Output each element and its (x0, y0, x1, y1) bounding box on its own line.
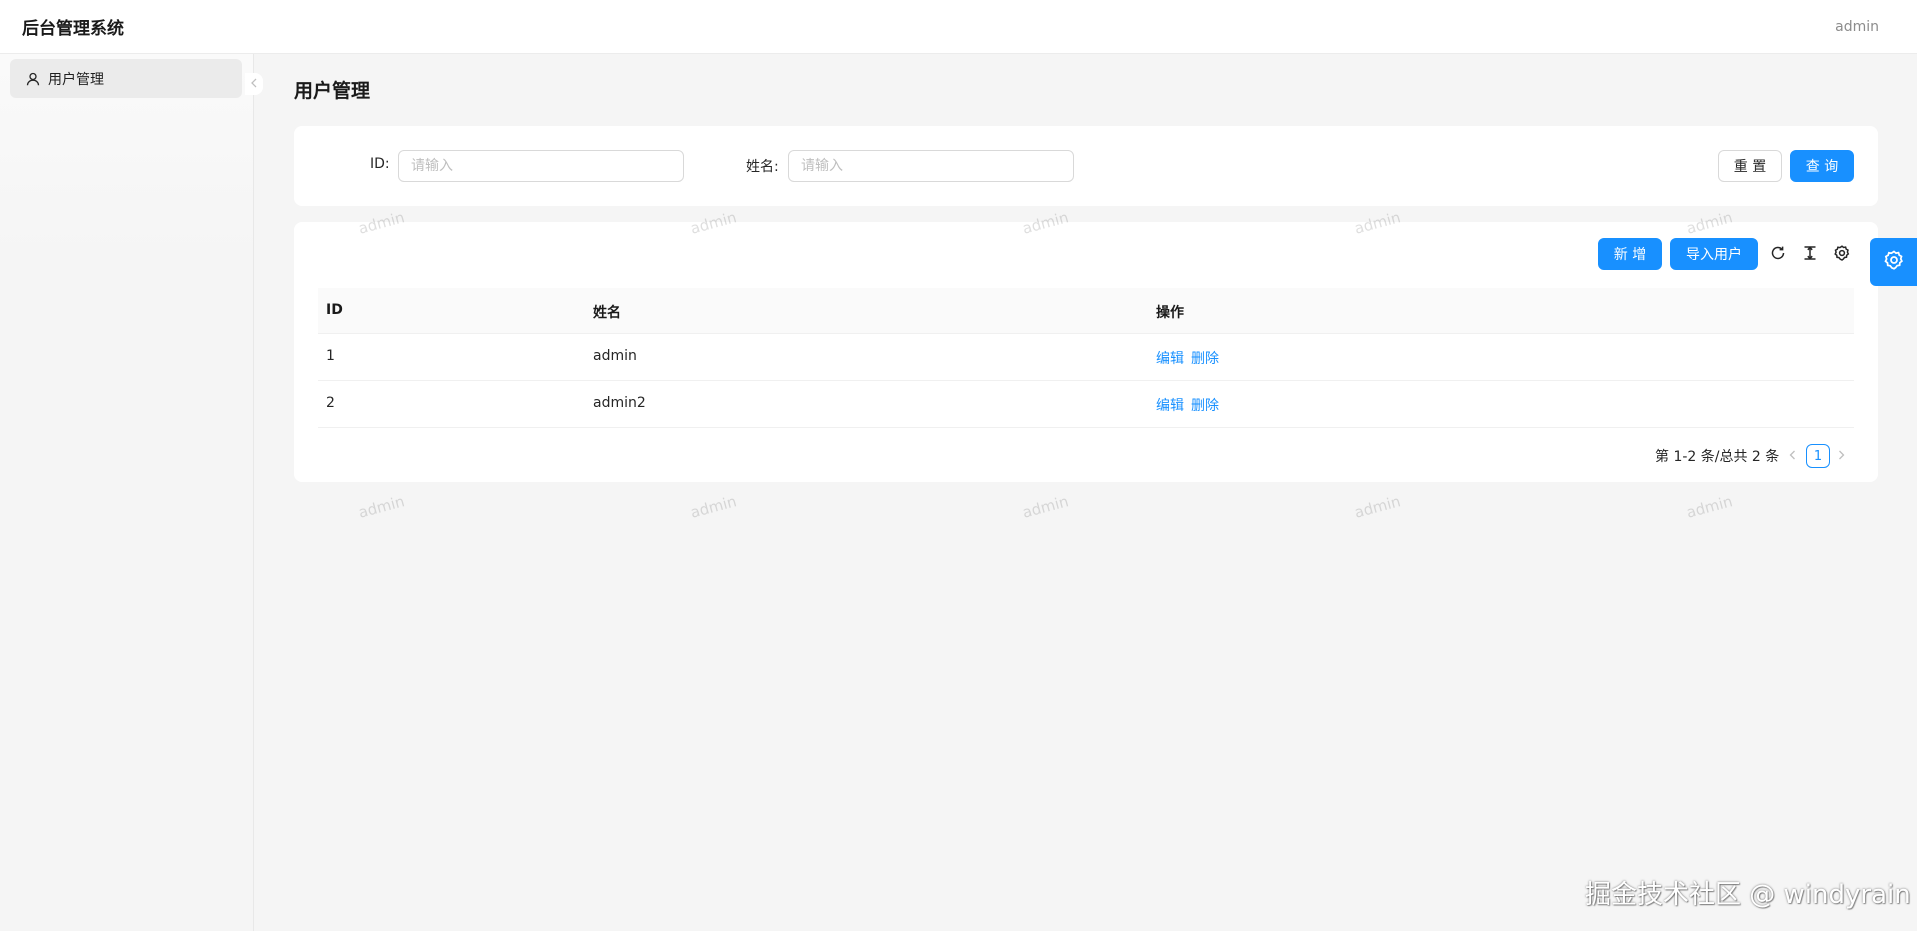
add-button[interactable]: 新 增 (1598, 238, 1662, 270)
name-field-label: 姓名: (746, 159, 779, 175)
page-title: 用户管理 (294, 80, 371, 102)
watermark-text: admin (1684, 492, 1735, 522)
watermark-text: admin (1352, 492, 1403, 522)
site-watermark: 掘金技术社区 @ windyrain (1585, 880, 1911, 910)
pagination-prev-icon[interactable] (1785, 446, 1799, 464)
id-field-label: ID: (370, 156, 390, 172)
sidebar-item-user-management[interactable]: 用户管理 (10, 59, 242, 98)
column-header-id: ID (326, 302, 343, 318)
edit-link[interactable]: 编辑 (1156, 348, 1184, 368)
setting-icon[interactable] (1833, 244, 1851, 262)
pagination-next-icon[interactable] (1834, 446, 1848, 464)
delete-link[interactable]: 删除 (1191, 348, 1219, 368)
table-header: ID 姓名 操作 (318, 288, 1854, 334)
table-row: 1 admin 编辑 删除 (318, 334, 1854, 381)
pagination-page-1[interactable]: 1 (1806, 444, 1830, 468)
chevron-left-icon (250, 76, 258, 92)
reload-icon[interactable] (1769, 244, 1787, 262)
edit-link[interactable]: 编辑 (1156, 395, 1184, 415)
watermark-text: admin (356, 492, 407, 522)
cell-id: 2 (326, 395, 335, 411)
sidebar: 用户管理 (0, 54, 254, 931)
id-search-input[interactable] (398, 150, 684, 182)
top-header: 后台管理系统 admin (0, 0, 1917, 54)
theme-settings-button[interactable] (1870, 238, 1917, 286)
sidebar-collapse-button[interactable] (245, 73, 263, 95)
watermark-text: admin (1020, 492, 1071, 522)
sidebar-item-label: 用户管理 (48, 71, 104, 88)
column-height-icon[interactable] (1801, 244, 1819, 262)
app-title: 后台管理系统 (22, 19, 124, 39)
delete-link[interactable]: 删除 (1191, 395, 1219, 415)
search-form: ID: 姓名: 重 置 查 询 (294, 126, 1878, 206)
cell-name: admin (593, 348, 637, 364)
cell-id: 1 (326, 348, 335, 364)
user-menu[interactable]: admin (1835, 19, 1879, 35)
gear-icon (1883, 250, 1904, 274)
user-icon (26, 72, 40, 86)
reset-button[interactable]: 重 置 (1718, 150, 1782, 182)
query-button[interactable]: 查 询 (1790, 150, 1854, 182)
watermark-text: admin (688, 492, 739, 522)
table-row: 2 admin2 编辑 删除 (318, 381, 1854, 428)
column-header-actions: 操作 (1156, 305, 1184, 321)
import-users-button[interactable]: 导入用户 (1670, 238, 1758, 270)
pagination-total: 第 1-2 条/总共 2 条 (1655, 449, 1780, 465)
name-search-input[interactable] (788, 150, 1074, 182)
column-header-name: 姓名 (593, 305, 621, 321)
cell-name: admin2 (593, 395, 646, 411)
